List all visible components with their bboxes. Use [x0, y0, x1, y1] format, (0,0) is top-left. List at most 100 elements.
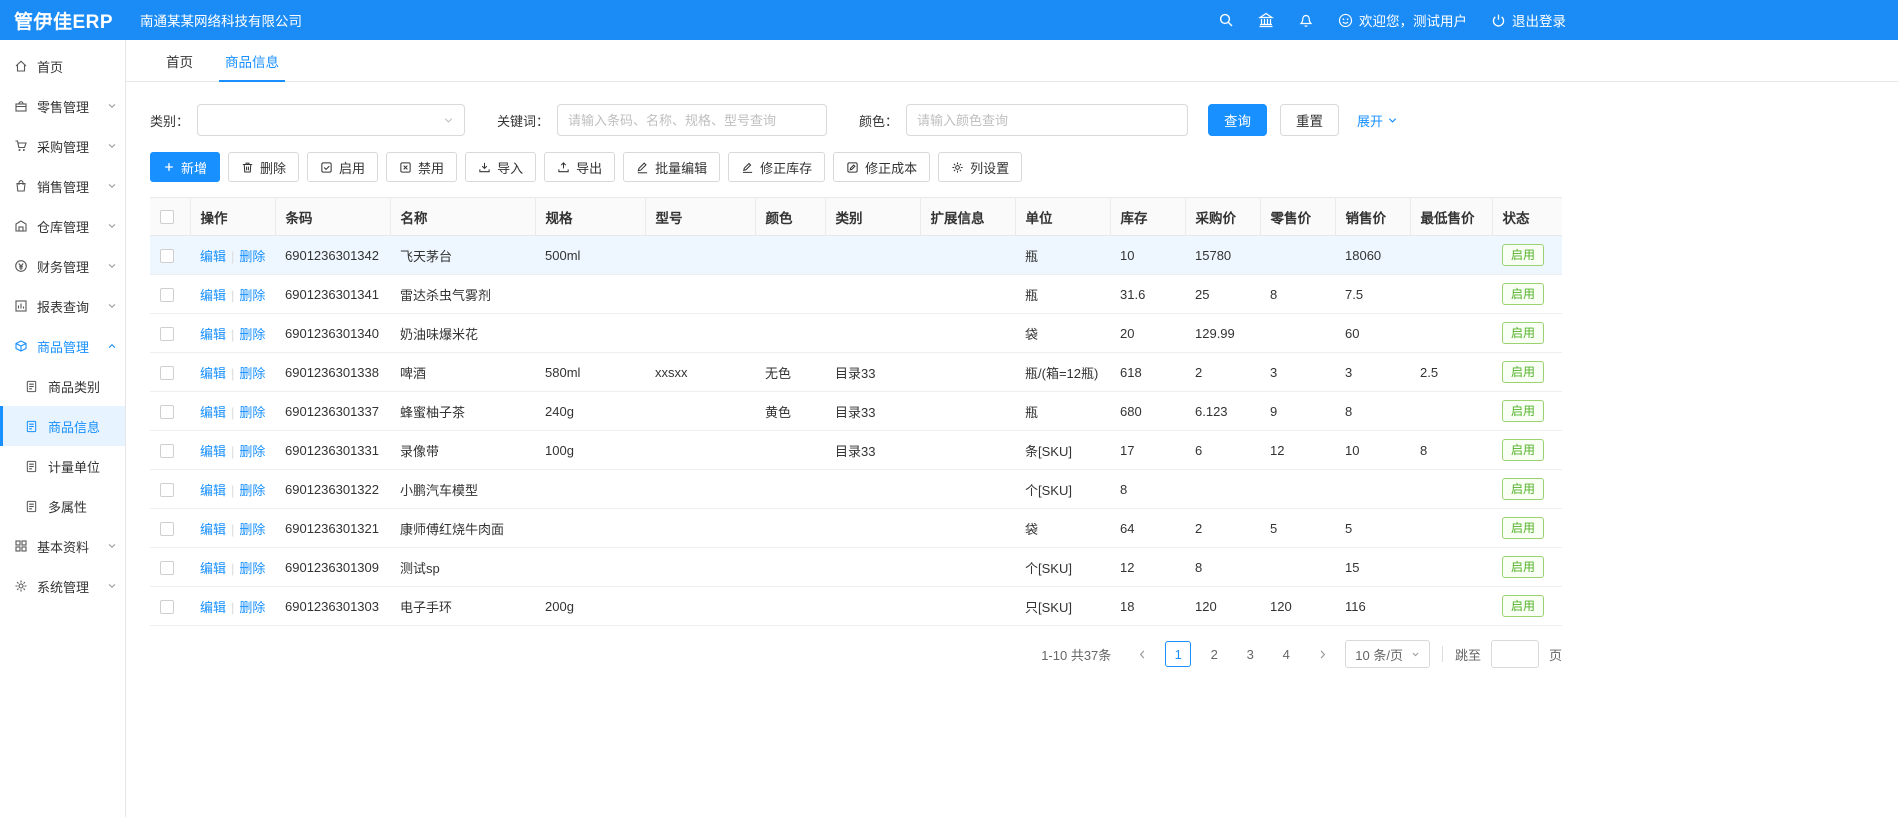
delete-link[interactable]: 删除: [239, 483, 265, 498]
sidebar-item-warehouse[interactable]: 仓库管理: [0, 206, 125, 246]
status-badge[interactable]: 启用: [1502, 478, 1544, 499]
sidebar-subitem-product-info[interactable]: 商品信息: [0, 406, 125, 446]
jump-page-input[interactable]: [1491, 640, 1539, 668]
sidebar-item-label: 系统管理: [37, 577, 107, 596]
status-badge[interactable]: 启用: [1502, 556, 1544, 577]
sidebar-item-home[interactable]: 首页: [0, 46, 125, 86]
delete-button[interactable]: 删除: [228, 152, 299, 182]
add-button[interactable]: 新增: [150, 152, 220, 182]
select-all-checkbox[interactable]: [160, 210, 174, 224]
page-button-1[interactable]: 1: [1165, 641, 1191, 667]
page-button-2[interactable]: 2: [1201, 641, 1227, 667]
status-badge[interactable]: 启用: [1502, 400, 1544, 421]
category-select[interactable]: [197, 104, 465, 136]
next-page-button[interactable]: [1309, 641, 1335, 667]
sidebar-subitem-product-category[interactable]: 商品类别: [0, 366, 125, 406]
status-badge[interactable]: 启用: [1502, 595, 1544, 616]
row-checkbox[interactable]: [160, 483, 174, 497]
fix-cost-button[interactable]: 修正成本: [833, 152, 930, 182]
expand-link[interactable]: 展开: [1357, 111, 1398, 130]
cell-purchase: 6: [1185, 431, 1260, 470]
delete-link[interactable]: 删除: [239, 444, 265, 459]
search-icon[interactable]: [1218, 12, 1234, 28]
sidebar-subitem-label: 多属性: [48, 497, 117, 516]
edit-link[interactable]: 编辑: [200, 600, 226, 615]
prev-page-button[interactable]: [1129, 641, 1155, 667]
sidebar-item-system[interactable]: 系统管理: [0, 566, 125, 606]
row-checkbox[interactable]: [160, 444, 174, 458]
batch-edit-button[interactable]: 批量编辑: [623, 152, 720, 182]
logout-button[interactable]: 退出登录: [1491, 10, 1566, 30]
fix-stock-button[interactable]: 修正库存: [728, 152, 825, 182]
delete-link[interactable]: 删除: [239, 600, 265, 615]
sidebar-item-sales[interactable]: 销售管理: [0, 166, 125, 206]
delete-link[interactable]: 删除: [239, 561, 265, 576]
sidebar-item-basic[interactable]: 基本资料: [0, 526, 125, 566]
search-button[interactable]: 查询: [1208, 104, 1267, 136]
edit-link[interactable]: 编辑: [200, 405, 226, 420]
delete-link[interactable]: 删除: [239, 249, 265, 264]
edit-link[interactable]: 编辑: [200, 444, 226, 459]
row-checkbox[interactable]: [160, 366, 174, 380]
reset-button[interactable]: 重置: [1280, 104, 1339, 136]
sidebar-item-retail[interactable]: 零售管理: [0, 86, 125, 126]
edit-link[interactable]: 编辑: [200, 483, 226, 498]
import-button[interactable]: 导入: [465, 152, 536, 182]
status-badge[interactable]: 启用: [1502, 439, 1544, 460]
column-header-7: 扩展信息: [920, 198, 1015, 236]
column-settings-button[interactable]: 列设置: [938, 152, 1022, 182]
sidebar-item-report[interactable]: 报表查询: [0, 286, 125, 326]
sidebar-subitem-measure-unit[interactable]: 计量单位: [0, 446, 125, 486]
page-size-select[interactable]: 10 条/页: [1345, 640, 1430, 668]
delete-link[interactable]: 删除: [239, 288, 265, 303]
delete-link[interactable]: 删除: [239, 405, 265, 420]
page-button-4[interactable]: 4: [1273, 641, 1299, 667]
table-row: 编辑|删除6901236301321康师傅红烧牛肉面袋64255启用: [150, 509, 1562, 548]
bank-icon[interactable]: [1258, 12, 1274, 28]
delete-link[interactable]: 删除: [239, 327, 265, 342]
export-button[interactable]: 导出: [544, 152, 615, 182]
keyword-input[interactable]: [557, 104, 827, 136]
sidebar-subitem-multi-attribute[interactable]: 多属性: [0, 486, 125, 526]
cell-name: 奶油味爆米花: [390, 314, 535, 353]
row-checkbox[interactable]: [160, 288, 174, 302]
status-badge[interactable]: 启用: [1502, 322, 1544, 343]
header-actions: 欢迎您，测试用户 退出登录: [1218, 10, 1566, 30]
delete-link[interactable]: 删除: [239, 366, 265, 381]
table-header-row: 操作条码名称规格型号颜色类别扩展信息单位库存采购价零售价销售价最低售价状态: [150, 198, 1562, 236]
page-button-3[interactable]: 3: [1237, 641, 1263, 667]
disable-button[interactable]: 禁用: [386, 152, 457, 182]
edit-link[interactable]: 编辑: [200, 288, 226, 303]
row-checkbox[interactable]: [160, 561, 174, 575]
cell-barcode: 6901236301322: [275, 470, 390, 509]
edit-link[interactable]: 编辑: [200, 327, 226, 342]
status-badge[interactable]: 启用: [1502, 283, 1544, 304]
cell-unit: 瓶/(箱=12瓶): [1015, 353, 1110, 392]
edit-link[interactable]: 编辑: [200, 366, 226, 381]
sidebar-item-label: 报表查询: [37, 297, 107, 316]
row-checkbox[interactable]: [160, 600, 174, 614]
user-welcome[interactable]: 欢迎您，测试用户: [1338, 10, 1467, 30]
status-badge[interactable]: 启用: [1502, 517, 1544, 538]
tab-home[interactable]: 首页: [150, 40, 209, 81]
bell-icon[interactable]: [1298, 12, 1314, 28]
sidebar-item-product[interactable]: 商品管理: [0, 326, 125, 366]
row-checkbox[interactable]: [160, 249, 174, 263]
edit-link[interactable]: 编辑: [200, 522, 226, 537]
table-row: 编辑|删除6901236301337蜂蜜柚子茶240g黄色目录33瓶6806.1…: [150, 392, 1562, 431]
tab-product-info[interactable]: 商品信息: [209, 40, 295, 81]
app-logo: 管伊佳ERP: [14, 7, 126, 34]
row-checkbox[interactable]: [160, 522, 174, 536]
edit-link[interactable]: 编辑: [200, 561, 226, 576]
sidebar-item-purchase[interactable]: 采购管理: [0, 126, 125, 166]
sidebar-item-finance[interactable]: 财务管理: [0, 246, 125, 286]
status-badge[interactable]: 启用: [1502, 244, 1544, 265]
status-badge[interactable]: 启用: [1502, 361, 1544, 382]
edit-link[interactable]: 编辑: [200, 249, 226, 264]
enable-button[interactable]: 启用: [307, 152, 378, 182]
row-checkbox[interactable]: [160, 405, 174, 419]
color-input[interactable]: [906, 104, 1188, 136]
delete-link[interactable]: 删除: [239, 522, 265, 537]
row-checkbox[interactable]: [160, 327, 174, 341]
cell-barcode: 6901236301321: [275, 509, 390, 548]
